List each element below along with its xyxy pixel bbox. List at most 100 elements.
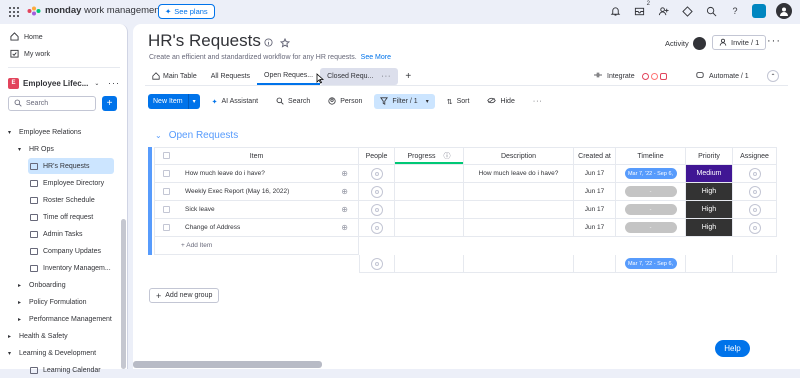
people-cell[interactable] [359,183,395,201]
chevron-right-icon[interactable]: ▸ [18,282,24,289]
add-update-icon[interactable]: ⊕ [341,205,348,214]
sidebar-tree-item[interactable]: Time off request [30,209,93,225]
chevron-right-icon[interactable]: ▸ [18,316,24,323]
add-board-button[interactable]: + [102,96,117,111]
search-button[interactable]: Search [270,94,316,109]
tab-main-table[interactable]: Main Table [145,68,204,85]
more-options-icon[interactable]: ··· [527,94,549,109]
item-cell[interactable]: How much leave do i have? ⊕ [154,165,359,183]
description-cell[interactable] [464,201,574,219]
sidebar-tree-item[interactable]: HR's Requests [28,158,114,174]
sidebar-scrollbar[interactable] [121,219,126,369]
timeline-pill[interactable]: Mar 7, '22 - Sep 6, [624,168,677,179]
sidebar-tree-item[interactable]: ▾ HR Ops [18,141,54,157]
row-checkbox[interactable] [163,206,170,213]
activity-button[interactable]: Activity [665,37,706,50]
user-avatar[interactable] [776,3,792,19]
timeline-pill[interactable]: - [624,204,677,215]
sidebar-tree-item[interactable]: Employee Directory [30,175,104,191]
people-cell[interactable] [359,219,395,237]
more-options-icon[interactable]: ··· [767,35,781,47]
priority-label[interactable]: High [686,183,732,200]
horizontal-scrollbar[interactable] [133,361,322,368]
integrate-button[interactable]: Integrate [593,71,667,81]
people-cell[interactable] [359,201,395,219]
sidebar-item-home[interactable]: Home [10,32,43,43]
assignee-cell[interactable] [733,219,777,237]
table-row[interactable]: Sick leave ⊕ Jun 17 - High [154,201,777,219]
hide-button[interactable]: Hide [481,94,520,109]
sidebar-tree-item[interactable]: ▸ Performance Management [18,311,112,327]
priority-cell[interactable]: High [686,219,733,237]
sidebar-tree-item[interactable]: Learning Calendar [30,362,101,378]
description-cell[interactable] [464,183,574,201]
timeline-cell[interactable]: - [616,201,686,219]
description-cell[interactable] [464,219,574,237]
automate-button[interactable]: Automate / 1 [695,71,749,81]
more-options-icon[interactable]: ··· [108,78,120,88]
priority-label[interactable]: High [686,201,732,218]
item-name[interactable]: Sick leave [185,206,215,213]
table-row[interactable]: Change of Address ⊕ Jun 17 - High [154,219,777,237]
sidebar-search-input[interactable]: Search [8,96,96,111]
inbox-icon[interactable]: 2 [632,1,650,18]
timeline-cell[interactable]: - [616,183,686,201]
timeline-summary-pill[interactable]: Mar 7, '22 - Sep 6, [624,258,677,269]
item-cell[interactable]: Weekly Exec Report (May 16, 2022) ⊕ [154,183,359,201]
bell-icon[interactable] [608,4,622,18]
add-new-group-button[interactable]: + Add new group [149,288,220,303]
column-header[interactable]: Progress ⓘ [395,147,464,165]
chevron-down-icon[interactable]: ⌄ [155,131,162,140]
help-icon[interactable]: ? [728,4,742,18]
assignee-cell[interactable] [733,183,777,201]
sidebar-tree-item[interactable]: ▸ Onboarding [18,277,66,293]
description-cell[interactable]: How much leave do i have? [464,165,574,183]
item-cell[interactable]: Sick leave ⊕ [154,201,359,219]
star-icon[interactable] [279,37,291,50]
more-options-icon[interactable]: ··· [381,73,391,80]
ai-assistant-button[interactable]: ✦ AI Assistant [206,94,264,109]
people-cell[interactable] [359,165,395,183]
tab-all-requests[interactable]: All Requests [204,68,257,85]
chevron-down-icon[interactable]: ▾ [8,129,14,136]
timeline-cell[interactable]: Mar 7, '22 - Sep 6, [616,165,686,183]
person-filter-button[interactable]: Person [322,94,368,109]
apps-grid-icon[interactable] [9,7,19,17]
table-row[interactable]: Weekly Exec Report (May 16, 2022) ⊕ Jun 17… [154,183,777,201]
invite-members-icon[interactable] [656,4,670,18]
item-name[interactable]: Change of Address [185,224,240,231]
chevron-down-icon[interactable]: ▾ [426,98,429,105]
new-item-button[interactable]: New Item ▾ [148,94,200,109]
row-checkbox[interactable] [163,224,170,231]
workspace-avatar[interactable] [752,4,766,18]
timeline-cell[interactable]: - [616,219,686,237]
see-more-link[interactable]: See More [361,54,391,61]
page-title[interactable]: HR's Requests [148,31,261,51]
item-name[interactable]: How much leave do i have? [185,170,265,177]
row-checkbox[interactable] [163,188,170,195]
chevron-down-icon[interactable]: ▾ [18,146,24,153]
column-header[interactable]: Description [464,147,574,165]
sidebar-tree-item[interactable]: Roster Schedule [30,192,95,208]
filter-button[interactable]: Filter / 1 ▾ [374,94,435,109]
column-header[interactable]: People [359,147,395,165]
info-icon[interactable] [264,38,273,50]
assignee-cell[interactable] [733,201,777,219]
priority-cell[interactable]: Medium [686,165,733,183]
see-plans-button[interactable]: ✦ See plans [158,4,215,19]
apps-puzzle-icon[interactable] [680,4,694,18]
tab-open-requests[interactable]: Open Reques... [257,68,321,85]
priority-label[interactable]: High [686,219,732,236]
chevron-down-icon[interactable]: ▾ [8,350,14,357]
sidebar-tree-item[interactable]: ▸ Health & Safety [8,328,68,344]
add-update-icon[interactable]: ⊕ [341,223,348,232]
help-button[interactable]: Help [715,340,750,357]
sidebar-tree-item[interactable]: ▾ Employee Relations [8,124,81,140]
row-checkbox[interactable] [163,170,170,177]
group-title[interactable]: Open Requests [169,130,239,141]
timeline-pill[interactable]: - [624,222,677,233]
item-cell[interactable]: Change of Address ⊕ [154,219,359,237]
add-view-button[interactable]: + [398,68,418,85]
sidebar-tree-item[interactable]: Admin Tasks [30,226,83,242]
invite-button[interactable]: Invite / 1 [712,35,767,50]
